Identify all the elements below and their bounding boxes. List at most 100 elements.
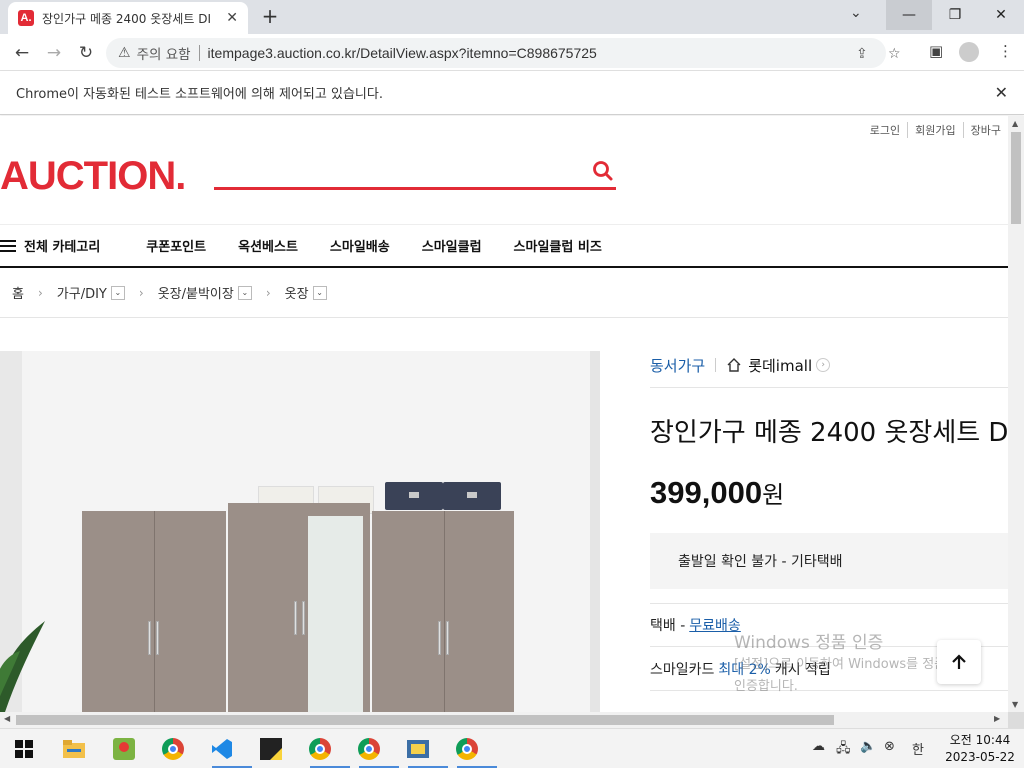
- browser-tab[interactable]: A. 장인가구 메종 2400 옷장세트 DI ✕: [8, 2, 248, 34]
- notification-icon[interactable]: ⊗: [884, 739, 895, 754]
- auction-favicon-icon: A.: [18, 10, 34, 26]
- wardrobe-section: [372, 511, 514, 712]
- vscode-icon[interactable]: [208, 735, 252, 768]
- scroll-right-arrow-icon[interactable]: ▶: [994, 714, 1000, 723]
- web-page: 로그인 회원가입 장바구 AUCTION. 전체 카테고리 쿠폰포인트 옥션베스…: [0, 116, 1008, 712]
- signup-link[interactable]: 회원가입: [907, 122, 962, 138]
- url-text[interactable]: itempage3.auction.co.kr/DetailView.aspx?…: [208, 45, 597, 61]
- new-tab-button[interactable]: +: [258, 5, 282, 29]
- chrome-icon[interactable]: [159, 735, 187, 763]
- price-value: 399,000: [650, 475, 763, 510]
- ime-indicator[interactable]: 한: [912, 739, 924, 758]
- nav-auction-best[interactable]: 옥션베스트: [238, 236, 298, 255]
- window-minimize-button[interactable]: —: [886, 0, 932, 30]
- chevron-right-icon: ›: [265, 285, 271, 300]
- smilecard-label: 스마일카드: [650, 661, 715, 678]
- chrome-icon[interactable]: [306, 735, 350, 768]
- tab-title: 장인가구 메종 2400 옷장세트 DI: [42, 11, 211, 26]
- tab-search-chevron-icon[interactable]: ⌄: [850, 5, 862, 21]
- vertical-scroll-thumb[interactable]: [1011, 132, 1021, 224]
- side-panel-icon[interactable]: ▣: [929, 42, 943, 60]
- chevron-right-icon[interactable]: ›: [816, 358, 831, 372]
- windows-start-icon[interactable]: [10, 735, 38, 763]
- browser-tab-strip: A. 장인가구 메종 2400 옷장세트 DI ✕ + ⌄ — ❐ ✕: [0, 0, 1024, 34]
- all-category-menu[interactable]: 전체 카테고리: [0, 236, 100, 255]
- breadcrumb: 홈 › 가구/DIY ⌄ › 옷장/붙박이장 ⌄ › 옷장 ⌄: [0, 268, 1008, 318]
- seller-row: 동서가구 롯데imall ›: [650, 351, 1008, 379]
- seller-link[interactable]: 동서가구: [650, 355, 705, 376]
- product-title: 장인가구 메종 2400 옷장세트 D: [650, 418, 1008, 448]
- vertical-scrollbar[interactable]: ▲ ▼: [1008, 116, 1024, 712]
- profile-avatar-icon[interactable]: [959, 42, 979, 62]
- window-close-button[interactable]: ✕: [978, 0, 1024, 30]
- breadcrumb-wardrobe[interactable]: 옷장/붙박이장: [158, 283, 234, 302]
- breadcrumb-furniture[interactable]: 가구/DIY: [57, 283, 107, 302]
- browser-toolbar: ← → ↻ ⚠ 주의 요함 itempage3.auction.co.kr/De…: [0, 34, 1024, 71]
- forward-arrow-icon[interactable]: →: [41, 40, 67, 66]
- tab-close-icon[interactable]: ✕: [226, 10, 238, 26]
- home-icon: [727, 358, 741, 372]
- hamburger-icon: [0, 239, 16, 252]
- nav-smile-delivery[interactable]: 스마일배송: [330, 236, 390, 255]
- storage-box: [443, 482, 501, 510]
- more-menu-icon[interactable]: ⋮: [998, 42, 1013, 60]
- horizontal-scroll-thumb[interactable]: [16, 715, 834, 725]
- search-icon[interactable]: [592, 160, 614, 182]
- product-image[interactable]: [0, 351, 600, 712]
- windows-taskbar: ☁ 🖧 🔈 ⊗ 한 오전 10:44 2023-05-22: [0, 728, 1024, 768]
- nav-smile-club[interactable]: 스마일클럽: [422, 236, 482, 255]
- file-explorer-icon[interactable]: [60, 735, 88, 763]
- breadcrumb-home[interactable]: 홈: [12, 283, 24, 302]
- scroll-to-top-button[interactable]: [937, 640, 981, 684]
- nav-coupon-point[interactable]: 쿠폰포인트: [146, 236, 206, 255]
- maps-app-icon[interactable]: [110, 735, 138, 763]
- scroll-down-arrow-icon[interactable]: ▼: [1012, 700, 1018, 709]
- breadcrumb-closet[interactable]: 옷장: [285, 283, 309, 302]
- onedrive-icon[interactable]: ☁: [812, 739, 825, 754]
- window-restore-button[interactable]: ❐: [932, 0, 978, 30]
- chevron-right-icon: ›: [138, 285, 144, 300]
- arrow-up-icon: [952, 654, 966, 669]
- chevron-down-icon[interactable]: ⌄: [110, 285, 125, 300]
- plant-leaves: [0, 621, 45, 712]
- sticky-notes-icon[interactable]: [257, 735, 285, 763]
- auction-logo[interactable]: AUCTION.: [0, 154, 186, 199]
- login-link[interactable]: 로그인: [863, 122, 907, 138]
- warning-triangle-icon: ⚠: [118, 45, 131, 61]
- storage-box: [385, 482, 443, 510]
- global-nav: 전체 카테고리 쿠폰포인트 옥션베스트 스마일배송 스마일클럽 스마일클럽 비즈: [0, 224, 1008, 268]
- infobar-close-icon[interactable]: ✕: [995, 83, 1008, 102]
- price-currency: 원: [762, 481, 785, 509]
- windows-activation-watermark: Windows 정품 인증 [설정]으로 이동하여 Windows를 정품 인증…: [734, 633, 947, 694]
- scroll-up-arrow-icon[interactable]: ▲: [1012, 119, 1018, 128]
- reload-icon[interactable]: ↻: [73, 40, 99, 66]
- back-arrow-icon[interactable]: ←: [9, 40, 35, 66]
- clock-time: 오전 10:44: [949, 733, 1011, 747]
- network-icon[interactable]: 🖧: [836, 739, 851, 761]
- horizontal-scrollbar[interactable]: ◀ ▶: [0, 712, 1008, 728]
- chrome-icon[interactable]: [355, 735, 399, 768]
- util-links: 로그인 회원가입 장바구: [863, 122, 1008, 138]
- automation-infobar: Chrome이 자동화된 테스트 소프트웨어에 의해 제어되고 있습니다. ✕: [0, 71, 1024, 115]
- delivery-label: 택배 -: [650, 618, 686, 634]
- cart-link[interactable]: 장바구: [962, 122, 1008, 138]
- search-input[interactable]: [214, 156, 574, 186]
- chevron-down-icon[interactable]: ⌄: [312, 285, 327, 300]
- wardrobe-section: [82, 511, 226, 712]
- chevron-down-icon[interactable]: ⌄: [237, 285, 252, 300]
- share-icon[interactable]: ⇪: [856, 46, 868, 62]
- clock-date: 2023-05-22: [945, 750, 1015, 764]
- volume-muted-icon[interactable]: 🔈: [860, 739, 876, 754]
- nav-smile-club-biz[interactable]: 스마일클럽 비즈: [514, 236, 602, 255]
- scroll-left-arrow-icon[interactable]: ◀: [4, 714, 10, 723]
- infobar-text: Chrome이 자동화된 테스트 소프트웨어에 의해 제어되고 있습니다.: [16, 87, 383, 102]
- bookmark-star-icon[interactable]: ☆: [888, 46, 901, 62]
- all-category-label: 전체 카테고리: [24, 240, 101, 255]
- search-bar: [214, 156, 616, 190]
- python-app-icon[interactable]: [404, 735, 448, 768]
- shipping-notice: 출발일 확인 불가 - 기타택배: [650, 533, 1008, 589]
- chrome-icon[interactable]: [453, 735, 497, 768]
- taskbar-clock[interactable]: 오전 10:44 2023-05-22: [940, 732, 1020, 766]
- address-bar[interactable]: ⚠ 주의 요함 itempage3.auction.co.kr/DetailVi…: [106, 38, 901, 68]
- store-link[interactable]: 롯데imall: [748, 355, 812, 376]
